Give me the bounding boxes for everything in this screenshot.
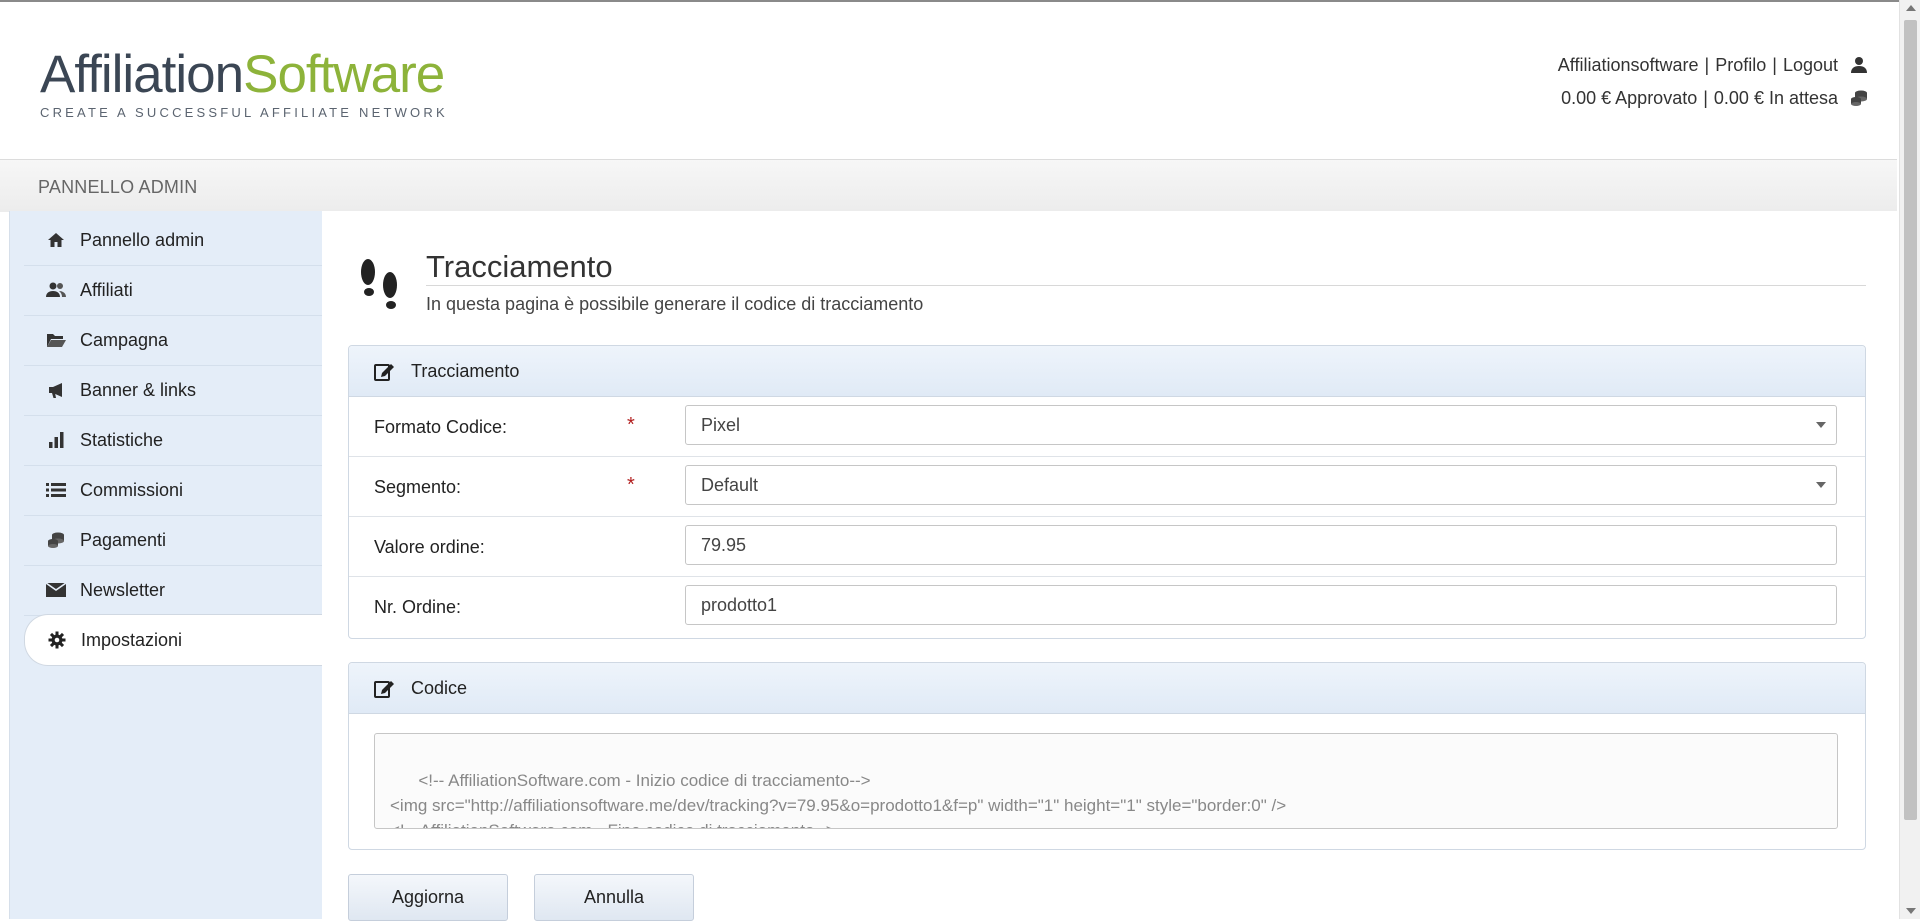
- main-content: Tracciamento In questa pagina è possibil…: [322, 211, 1897, 921]
- folder-open-icon: [46, 330, 66, 350]
- scroll-down-icon[interactable]: [1906, 908, 1916, 914]
- edit-icon: [373, 360, 395, 382]
- panel-header: Tracciamento: [349, 346, 1865, 397]
- segment-select-value: Default: [701, 474, 759, 495]
- coins-icon: [46, 530, 66, 550]
- admin-bar-title: PANNELLO ADMIN: [38, 177, 198, 197]
- update-button[interactable]: Aggiorna: [348, 874, 508, 921]
- tracking-panel: Tracciamento Formato Codice: * Pixel Seg…: [348, 345, 1866, 639]
- logout-link[interactable]: Logout: [1783, 53, 1838, 77]
- order-value-text: 79.95: [701, 534, 747, 555]
- order-nr-input[interactable]: prodotto1: [685, 585, 1837, 625]
- sidebar-item-pagamenti[interactable]: Pagamenti: [24, 515, 324, 566]
- form-row-segment: Segmento: * Default: [349, 457, 1865, 517]
- form-row-format: Formato Codice: * Pixel: [349, 397, 1865, 457]
- order-nr-text: prodotto1: [701, 594, 778, 615]
- order-value-label: Valore ordine:: [374, 537, 485, 557]
- coins-icon: [1850, 89, 1868, 107]
- format-label: Formato Codice:: [374, 417, 508, 437]
- sidebar-item-label: Campagna: [80, 329, 169, 350]
- megaphone-icon: [46, 380, 66, 400]
- sidebar-item-banner-links[interactable]: Banner & links: [24, 365, 324, 416]
- user-menu: Affiliationsoftware | Profilo | Logout 0…: [1558, 48, 1868, 114]
- order-nr-label: Nr. Ordine:: [374, 597, 462, 617]
- resize-handle-icon[interactable]: [1825, 816, 1835, 826]
- logo-tagline: CREATE A SUCCESSFUL AFFILIATE NETWORK: [40, 105, 448, 120]
- sidebar: Pannello admin Affiliati Campagna Banner…: [9, 211, 325, 919]
- sidebar-item-label: Statistiche: [80, 429, 164, 450]
- sidebar-item-label: Impostazioni: [81, 629, 183, 650]
- sidebar-item-affiliati[interactable]: Affiliati: [24, 265, 324, 316]
- sidebar-item-statistiche[interactable]: Statistiche: [24, 415, 324, 466]
- pending-balance: 0.00 € In attesa: [1713, 87, 1838, 108]
- sidebar-item-label: Affiliati: [80, 279, 133, 300]
- home-icon: [46, 230, 66, 250]
- panel-header: Codice: [349, 663, 1865, 714]
- format-select-value: Pixel: [701, 414, 741, 435]
- chevron-down-icon: [1816, 482, 1826, 488]
- scrollbar-thumb[interactable]: [1904, 20, 1917, 820]
- title-divider: [426, 285, 1866, 286]
- segment-select[interactable]: Default: [685, 465, 1837, 505]
- envelope-icon: [46, 580, 66, 600]
- user-links-row: Affiliationsoftware | Profilo | Logout: [1558, 48, 1868, 81]
- logo-wordmark: AffiliationSoftware: [40, 45, 445, 104]
- edit-icon: [373, 677, 395, 699]
- segment-label: Segmento:: [374, 477, 462, 497]
- list-icon: [46, 480, 66, 500]
- scroll-up-icon[interactable]: [1906, 5, 1916, 11]
- balance-row: 0.00 € Approvato | 0.00 € In attesa: [1558, 81, 1868, 114]
- admin-bar: PANNELLO ADMIN: [0, 159, 1897, 212]
- required-marker: *: [627, 474, 635, 496]
- user-icon: [1850, 56, 1868, 74]
- username-link[interactable]: Affiliationsoftware: [1558, 53, 1699, 77]
- sidebar-item-label: Pannello admin: [80, 229, 205, 250]
- footprints-icon: [355, 254, 407, 314]
- code-panel: Codice <!-- AffiliationSoftware.com - In…: [348, 662, 1866, 850]
- page-subtitle: In questa pagina è possibile generare il…: [426, 294, 924, 314]
- chevron-down-icon: [1816, 422, 1826, 428]
- logo[interactable]: AffiliationSoftware CREATE A SUCCESSFUL …: [40, 45, 480, 120]
- tracking-code-textarea[interactable]: <!-- AffiliationSoftware.com - Inizio co…: [374, 733, 1838, 829]
- sidebar-item-newsletter[interactable]: Newsletter: [24, 565, 324, 616]
- sidebar-item-label: Commissioni: [80, 479, 184, 500]
- form-row-order-value: Valore ordine: 79.95: [349, 517, 1865, 577]
- gear-icon: [47, 630, 67, 650]
- page-scrollbar[interactable]: [1899, 0, 1920, 919]
- sidebar-item-label: Banner & links: [80, 379, 197, 400]
- panel-title: Tracciamento: [411, 360, 520, 381]
- panel-title: Codice: [411, 677, 468, 698]
- separator: |: [1703, 87, 1708, 108]
- window-top-border: [0, 0, 1920, 2]
- separator: |: [1704, 54, 1710, 75]
- sidebar-item-impostazioni[interactable]: Impostazioni: [24, 614, 325, 666]
- sidebar-item-label: Newsletter: [80, 579, 166, 600]
- required-marker: *: [627, 414, 635, 436]
- format-select[interactable]: Pixel: [685, 405, 1837, 445]
- sidebar-item-campagna[interactable]: Campagna: [24, 315, 324, 366]
- order-value-input[interactable]: 79.95: [685, 525, 1837, 565]
- separator: |: [1772, 54, 1777, 75]
- users-icon: [46, 280, 66, 300]
- profile-link[interactable]: Profilo: [1715, 53, 1766, 77]
- bar-chart-icon: [46, 430, 66, 450]
- form-row-order-nr: Nr. Ordine: prodotto1: [349, 577, 1865, 636]
- sidebar-item-pannello-admin[interactable]: Pannello admin: [24, 215, 324, 266]
- approved-balance: 0.00 € Approvato: [1561, 87, 1698, 108]
- tracking-code-text: <!-- AffiliationSoftware.com - Inizio co…: [390, 771, 1287, 828]
- sidebar-item-label: Pagamenti: [80, 529, 167, 550]
- cancel-button[interactable]: Annulla: [534, 874, 694, 921]
- sidebar-item-commissioni[interactable]: Commissioni: [24, 465, 324, 516]
- page-title: Tracciamento: [426, 249, 613, 284]
